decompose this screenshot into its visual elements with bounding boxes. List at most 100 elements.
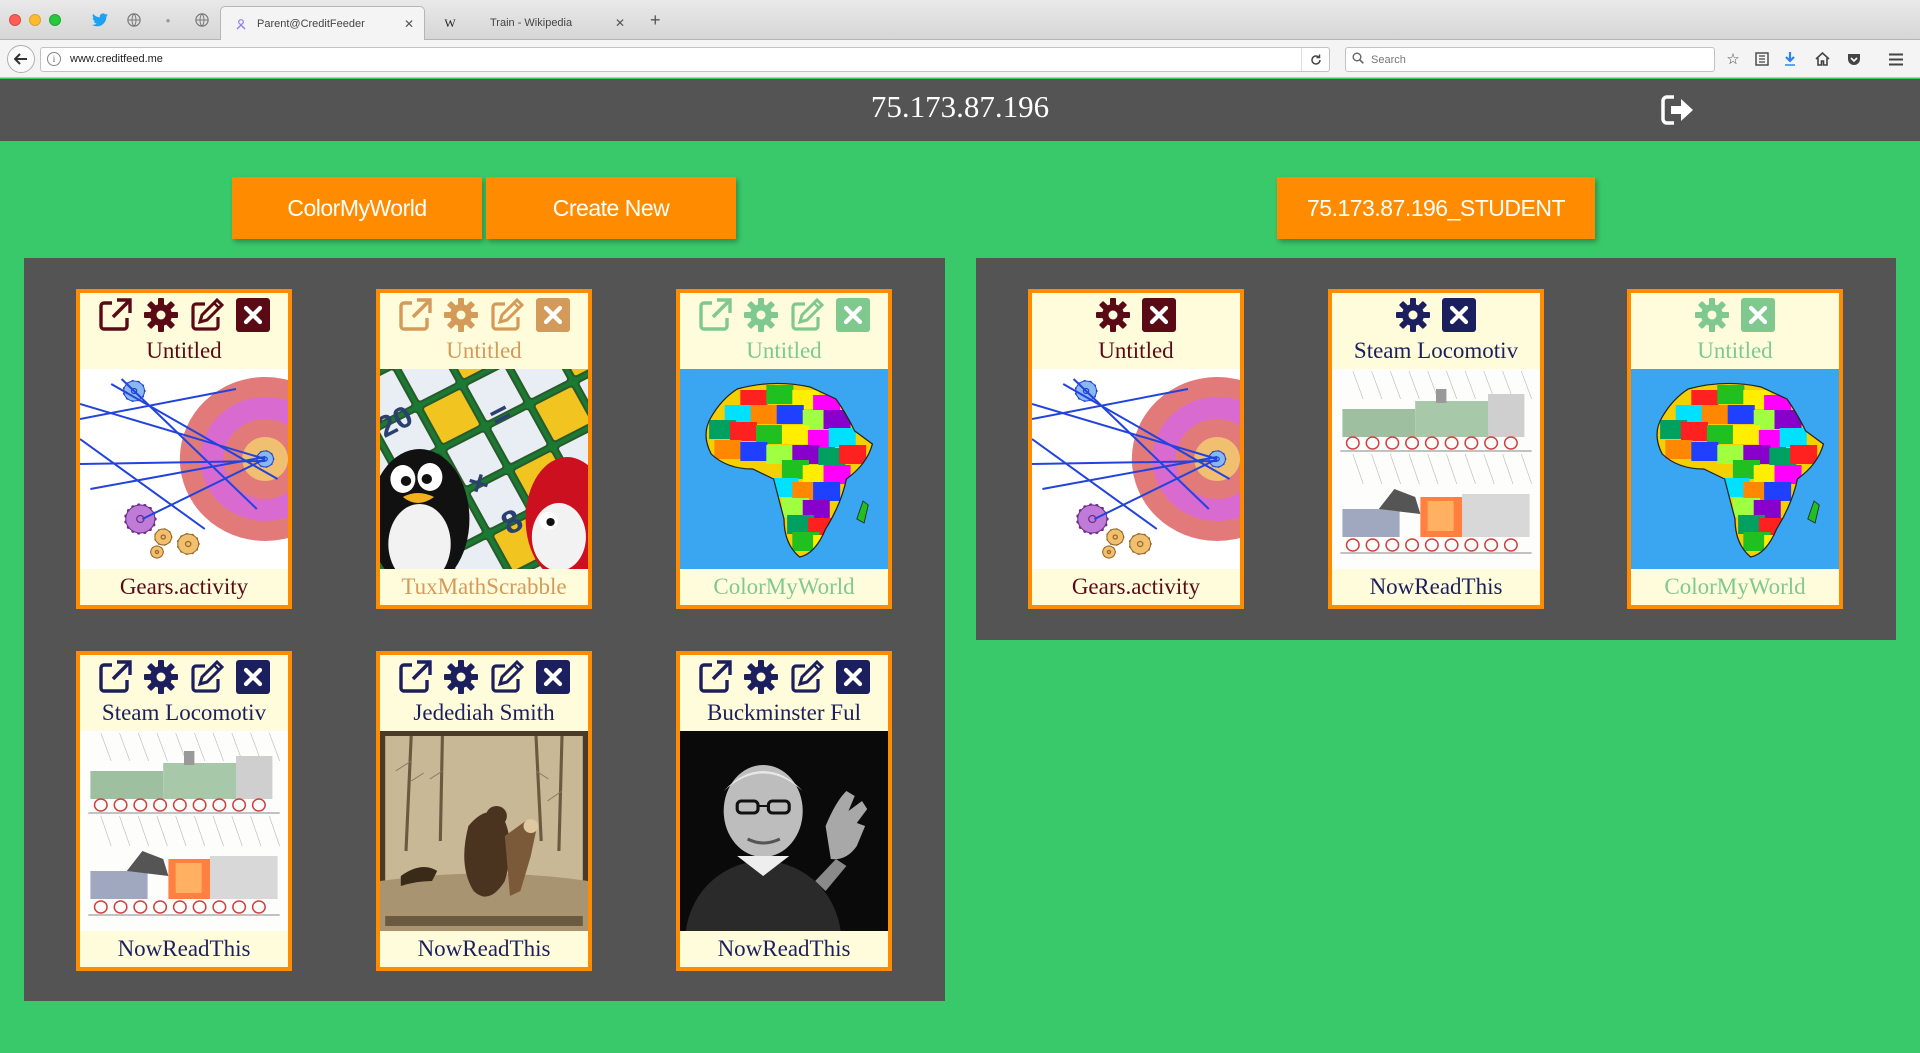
gear-icon[interactable] xyxy=(142,297,180,333)
launch-icon[interactable] xyxy=(696,297,734,333)
window-zoom-button[interactable] xyxy=(49,14,61,26)
sign-out-icon[interactable] xyxy=(1660,94,1696,126)
edit-icon[interactable] xyxy=(188,659,226,695)
app-header: 75.173.87.196 xyxy=(0,79,1920,141)
globe-pinned-tab-icon[interactable] xyxy=(122,10,146,30)
activity-card: Buckminster Ful NowReadThis xyxy=(676,651,892,971)
card-activity-name: Gears.activity xyxy=(119,574,249,599)
edit-icon[interactable] xyxy=(788,297,826,333)
colormyworld-button[interactable]: ColorMyWorld xyxy=(232,177,482,239)
reload-icon[interactable] xyxy=(1301,48,1329,71)
site-info-icon[interactable]: i xyxy=(47,52,61,66)
card-title[interactable]: Untitled xyxy=(680,338,888,364)
gear-icon[interactable] xyxy=(1394,297,1432,333)
card-toolbar xyxy=(380,659,588,699)
dot-pinned-tab-icon[interactable]: ● xyxy=(156,10,180,30)
wikipedia-icon: W xyxy=(444,15,456,30)
card-title[interactable]: Untitled xyxy=(380,338,588,364)
gear-icon[interactable] xyxy=(742,297,780,333)
delete-icon[interactable] xyxy=(234,297,272,333)
launch-icon[interactable] xyxy=(96,659,134,695)
search-placeholder: Search xyxy=(1371,54,1406,66)
hamburger-menu-icon[interactable] xyxy=(1886,49,1906,69)
locomotive-thumbnail[interactable] xyxy=(80,731,288,931)
card-title[interactable]: Jedediah Smith xyxy=(380,700,588,726)
delete-icon[interactable] xyxy=(1739,297,1777,333)
gears-thumbnail[interactable] xyxy=(80,369,288,569)
url-bar[interactable]: i www.creditfeed.me xyxy=(40,47,1330,72)
card-activity-name: NowReadThis xyxy=(117,936,251,961)
reading-list-icon[interactable] xyxy=(1752,49,1772,69)
pocket-icon[interactable] xyxy=(1844,49,1864,69)
delete-icon[interactable] xyxy=(1140,297,1178,333)
edit-icon[interactable] xyxy=(788,659,826,695)
activity-card: Steam Locomotiv NowReadThis xyxy=(76,651,292,971)
home-icon[interactable] xyxy=(1812,49,1832,69)
page-title: 75.173.87.196 xyxy=(870,89,1050,124)
download-icon[interactable] xyxy=(1780,49,1800,69)
search-bar[interactable]: Search xyxy=(1345,47,1715,72)
card-title[interactable]: Untitled xyxy=(80,338,288,364)
tab-close-icon[interactable]: ✕ xyxy=(404,17,414,31)
delete-icon[interactable] xyxy=(834,297,872,333)
tab-label: Parent@CreditFeeder xyxy=(257,17,365,30)
globe-pinned-tab-icon-2[interactable] xyxy=(190,10,214,30)
delete-icon[interactable] xyxy=(1440,297,1478,333)
activity-card: Steam Locomotiv NowReadThis xyxy=(1328,289,1544,609)
tab-creditfeeder[interactable]: Parent@CreditFeeder ✕ xyxy=(220,6,425,40)
twitter-pinned-tab-icon[interactable] xyxy=(88,10,112,30)
launch-icon[interactable] xyxy=(396,297,434,333)
create-new-button[interactable]: Create New xyxy=(486,177,736,239)
delete-icon[interactable] xyxy=(234,659,272,695)
tab-close-icon[interactable]: ✕ xyxy=(615,16,625,30)
activity-card: Untitled Gears.activity xyxy=(76,289,292,609)
card-title[interactable]: Buckminster Ful xyxy=(680,700,888,726)
portrait-thumbnail[interactable] xyxy=(680,731,888,931)
gears-thumbnail[interactable] xyxy=(1032,369,1240,569)
back-button[interactable] xyxy=(7,45,35,73)
gear-icon[interactable] xyxy=(1094,297,1132,333)
tab-train-wikipedia[interactable]: W Train - Wikipedia ✕ xyxy=(430,6,635,40)
activity-card: Untitled 20 = × 8 TuxMathScrabble xyxy=(376,289,592,609)
browser-tab-strip: ● Parent@CreditFeeder ✕ W Train - Wikipe… xyxy=(0,0,1920,40)
bookmark-star-icon[interactable]: ☆ xyxy=(1723,49,1743,69)
gear-icon[interactable] xyxy=(442,659,480,695)
card-toolbar xyxy=(80,659,288,699)
gear-icon[interactable] xyxy=(442,297,480,333)
window-close-button[interactable] xyxy=(9,14,21,26)
launch-icon[interactable] xyxy=(696,659,734,695)
student-button[interactable]: 75.173.87.196_STUDENT xyxy=(1277,177,1595,239)
tuxmath-thumbnail[interactable]: 20 = × 8 xyxy=(380,369,588,569)
launch-icon[interactable] xyxy=(396,659,434,695)
edit-icon[interactable] xyxy=(488,659,526,695)
card-toolbar xyxy=(1332,297,1540,337)
card-title[interactable]: Untitled xyxy=(1032,338,1240,364)
delete-icon[interactable] xyxy=(534,297,572,333)
edit-icon[interactable] xyxy=(188,297,226,333)
bear-engraving-thumbnail[interactable] xyxy=(380,731,588,931)
africa-map-thumbnail[interactable] xyxy=(680,369,888,569)
card-toolbar xyxy=(680,659,888,699)
delete-icon[interactable] xyxy=(534,659,572,695)
launch-icon[interactable] xyxy=(96,297,134,333)
gear-icon[interactable] xyxy=(742,659,780,695)
card-title[interactable]: Steam Locomotiv xyxy=(1332,338,1540,364)
window-minimize-button[interactable] xyxy=(29,14,41,26)
card-title[interactable]: Steam Locomotiv xyxy=(80,700,288,726)
gear-icon[interactable] xyxy=(1693,297,1731,333)
locomotive-thumbnail[interactable] xyxy=(1332,369,1540,569)
card-toolbar xyxy=(380,297,588,337)
card-toolbar xyxy=(1032,297,1240,337)
activity-card: Untitled ColorMyWorld xyxy=(1627,289,1843,609)
edit-icon[interactable] xyxy=(488,297,526,333)
card-activity-name: ColorMyWorld xyxy=(713,574,855,599)
card-activity-name: NowReadThis xyxy=(717,936,851,961)
delete-icon[interactable] xyxy=(834,659,872,695)
card-toolbar xyxy=(680,297,888,337)
card-activity-name: Gears.activity xyxy=(1071,574,1201,599)
africa-map-thumbnail[interactable] xyxy=(1631,369,1839,569)
card-title[interactable]: Untitled xyxy=(1631,338,1839,364)
gear-icon[interactable] xyxy=(142,659,180,695)
card-activity-name: ColorMyWorld xyxy=(1664,574,1806,599)
new-tab-button[interactable]: + xyxy=(650,11,661,29)
